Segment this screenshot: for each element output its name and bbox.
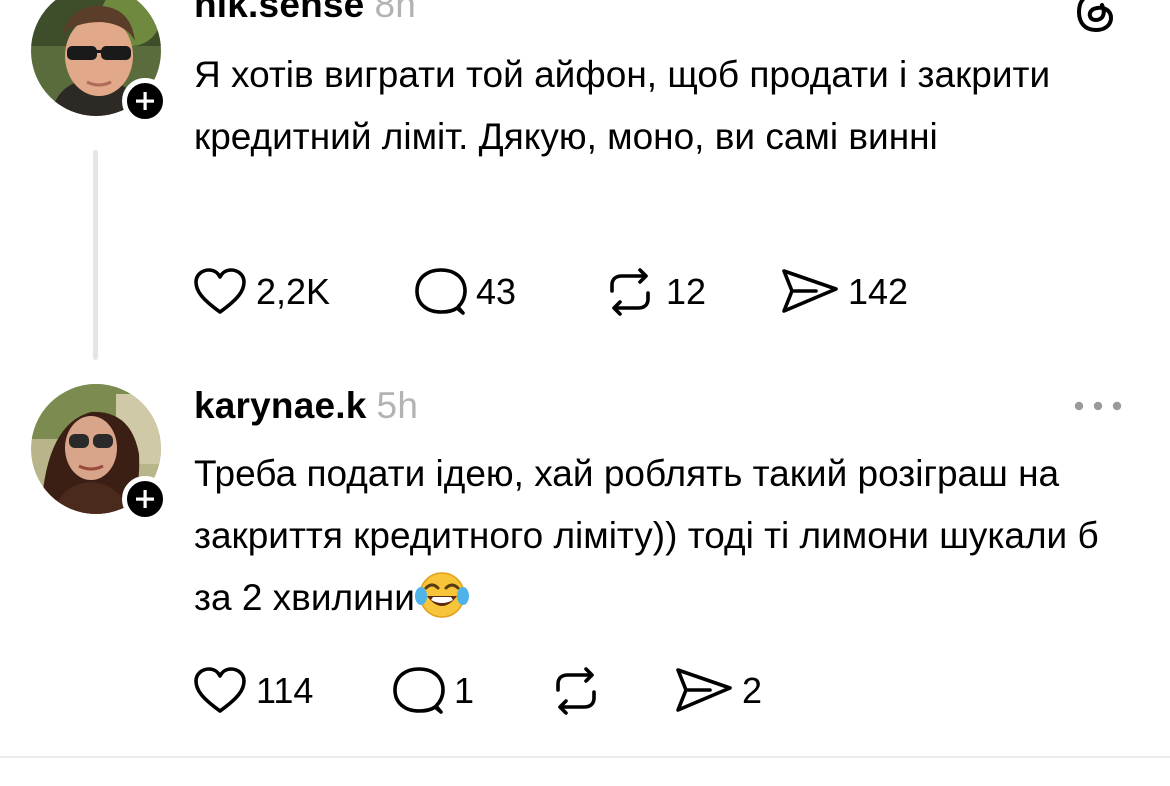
plus-icon bbox=[136, 490, 154, 508]
username[interactable]: karynae.k 5h bbox=[194, 385, 418, 427]
repost-icon bbox=[556, 667, 596, 715]
like-button[interactable]: 114 bbox=[192, 666, 313, 716]
like-count: 114 bbox=[256, 670, 314, 711]
tears-of-joy-emoji bbox=[414, 570, 469, 620]
action-bar: 2,2K 43 12 142 bbox=[192, 267, 932, 317]
username[interactable]: nik.sense 8h bbox=[194, 0, 416, 26]
divider bbox=[0, 756, 1170, 758]
comment-button[interactable]: 1 bbox=[392, 666, 474, 716]
post-text: Треба подати ідею, хай роблять такий роз… bbox=[194, 443, 1124, 629]
comment-count: 1 bbox=[454, 670, 475, 711]
timestamp: 5h bbox=[376, 385, 419, 426]
follow-button[interactable] bbox=[122, 78, 168, 124]
repost-icon bbox=[610, 268, 650, 316]
post-text: Я хотів виграти той айфон, щоб продати і… bbox=[194, 54, 1051, 157]
comment-button[interactable]: 43 bbox=[414, 267, 516, 317]
post-nik-sense: nik.sense 8h Я хотів виграти той айфон, щ… bbox=[0, 0, 1170, 380]
comment-icon bbox=[415, 268, 467, 315]
post-text-content: Треба подати ідею, хай роблять такий роз… bbox=[194, 453, 1099, 618]
username-text[interactable]: nik.sense bbox=[194, 0, 364, 25]
repost-count: 12 bbox=[666, 271, 707, 312]
share-button[interactable]: 142 bbox=[780, 267, 908, 317]
comment-count: 43 bbox=[476, 271, 517, 312]
heart-icon bbox=[194, 268, 246, 314]
heart-icon bbox=[194, 667, 246, 713]
repost-button[interactable] bbox=[548, 666, 612, 716]
comment-icon bbox=[393, 667, 445, 714]
share-button[interactable]: 2 bbox=[674, 666, 762, 716]
share-count: 142 bbox=[848, 271, 909, 312]
send-icon bbox=[676, 668, 732, 712]
share-count: 2 bbox=[742, 670, 763, 711]
repost-button[interactable]: 12 bbox=[602, 267, 706, 317]
post-karynae-k: karynae.k 5h Треба подати ідею, хай робля… bbox=[0, 370, 1170, 756]
timestamp: 8h bbox=[374, 0, 417, 25]
username-text[interactable]: karynae.k bbox=[194, 385, 367, 426]
action-bar: 114 1 2 bbox=[192, 666, 792, 716]
like-count: 2,2K bbox=[256, 271, 331, 312]
like-button[interactable]: 2,2K bbox=[192, 267, 330, 317]
threads-logo-icon[interactable] bbox=[1074, 0, 1118, 34]
more-options-icon[interactable] bbox=[1072, 398, 1124, 414]
send-icon bbox=[782, 269, 838, 313]
plus-icon bbox=[136, 92, 154, 110]
thread-line bbox=[93, 150, 98, 360]
follow-button[interactable] bbox=[122, 476, 168, 522]
